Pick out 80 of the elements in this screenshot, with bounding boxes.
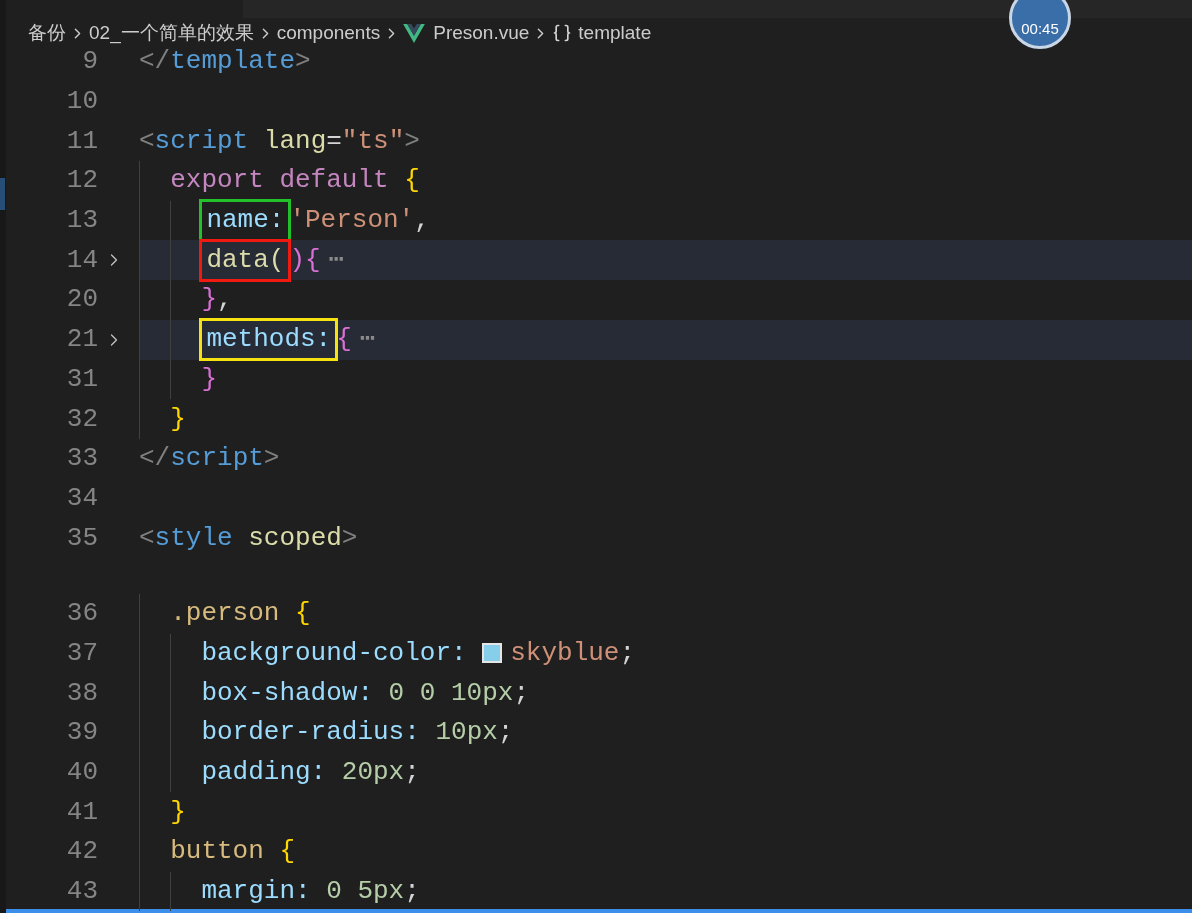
code-token: methods:	[201, 320, 337, 360]
breadcrumb-item[interactable]: 备份	[28, 18, 66, 48]
code-token: ;	[513, 676, 530, 710]
line-number: 32	[66, 402, 98, 436]
line-number: 13	[66, 204, 98, 238]
code-token: ⋯	[359, 323, 376, 357]
code-token: .person	[170, 597, 281, 631]
line-number: 14	[66, 243, 98, 277]
code-token: button	[170, 835, 265, 869]
line-number: 12	[66, 164, 98, 198]
line-number: 10	[66, 85, 98, 119]
line-number: 34	[66, 481, 98, 515]
code-token: ⋯	[328, 243, 345, 277]
code-token: =	[326, 124, 342, 158]
code-token: <	[139, 521, 155, 555]
code-token: ;	[404, 756, 420, 790]
code-token: margin:	[201, 875, 312, 909]
line-number: 37	[66, 636, 98, 670]
code-token: template	[170, 45, 296, 79]
code-token: "ts"	[341, 124, 405, 158]
code-token: name:	[201, 201, 290, 241]
line-number: 35	[66, 521, 98, 555]
color-swatch-icon[interactable]	[482, 643, 503, 664]
code-token: }	[201, 283, 217, 317]
line-number: 9	[82, 45, 98, 79]
breadcrumb-item[interactable]: 02_一个简单的效果	[89, 18, 254, 48]
code-token: {	[404, 164, 420, 198]
code-token: ){	[289, 243, 321, 277]
code-token: border-radius:	[201, 716, 421, 750]
breadcrumb-item[interactable]: Preson.vue	[403, 18, 530, 48]
code-token: 0 5px	[326, 875, 405, 909]
line-number: 33	[66, 442, 98, 476]
line-number: 31	[66, 362, 98, 396]
code-token: style	[154, 521, 233, 555]
code-token: script	[170, 442, 264, 476]
code-token: ,	[217, 283, 233, 317]
breadcrumb-item[interactable]: template	[552, 18, 652, 48]
code-token: 10px	[435, 716, 498, 750]
code-token: ;	[497, 716, 514, 750]
line-number: 40	[66, 756, 98, 790]
code-token: </	[139, 45, 171, 79]
code-token: >	[341, 521, 358, 555]
code-token: skyblue	[510, 636, 620, 670]
code-token: {	[279, 835, 295, 869]
line-number: 11	[66, 124, 98, 158]
code-token: lang	[262, 124, 327, 158]
line-number: 21	[66, 323, 98, 357]
code-token: ;	[619, 636, 636, 670]
line-number: 39	[66, 716, 98, 750]
code-token: {	[295, 597, 311, 631]
breadcrumb-item[interactable]: components	[276, 18, 381, 48]
code-token: scoped	[247, 521, 342, 555]
code-token: data(	[201, 240, 290, 280]
code-token: padding:	[201, 756, 328, 790]
code-token: {	[336, 323, 352, 357]
code-token: }	[201, 362, 217, 396]
code-token: export default	[170, 164, 390, 198]
code-token: 'Person'	[289, 204, 415, 238]
line-number: 41	[66, 795, 98, 829]
code-token: box-shadow:	[201, 676, 374, 710]
line-number: 38	[66, 676, 98, 710]
code-token: <	[139, 124, 155, 158]
code-token: ,	[414, 204, 430, 238]
code-token: }	[170, 402, 186, 436]
code-token: >	[295, 45, 311, 79]
code-token: >	[263, 442, 280, 476]
code-token: >	[404, 124, 420, 158]
line-number: 36	[66, 597, 98, 631]
line-number: 43	[66, 875, 98, 909]
code-token: background-color:	[201, 636, 468, 670]
v-logo-icon	[403, 23, 426, 43]
braces-icon	[552, 23, 573, 43]
line-number: 20	[66, 283, 98, 317]
code-token: 0 0 10px	[388, 676, 514, 710]
code-token: }	[170, 795, 186, 829]
code-token: ;	[404, 875, 420, 909]
code-token: </	[139, 442, 171, 476]
line-number: 42	[66, 835, 98, 869]
code-token: script	[154, 124, 249, 158]
code-token: 20px	[341, 756, 405, 790]
